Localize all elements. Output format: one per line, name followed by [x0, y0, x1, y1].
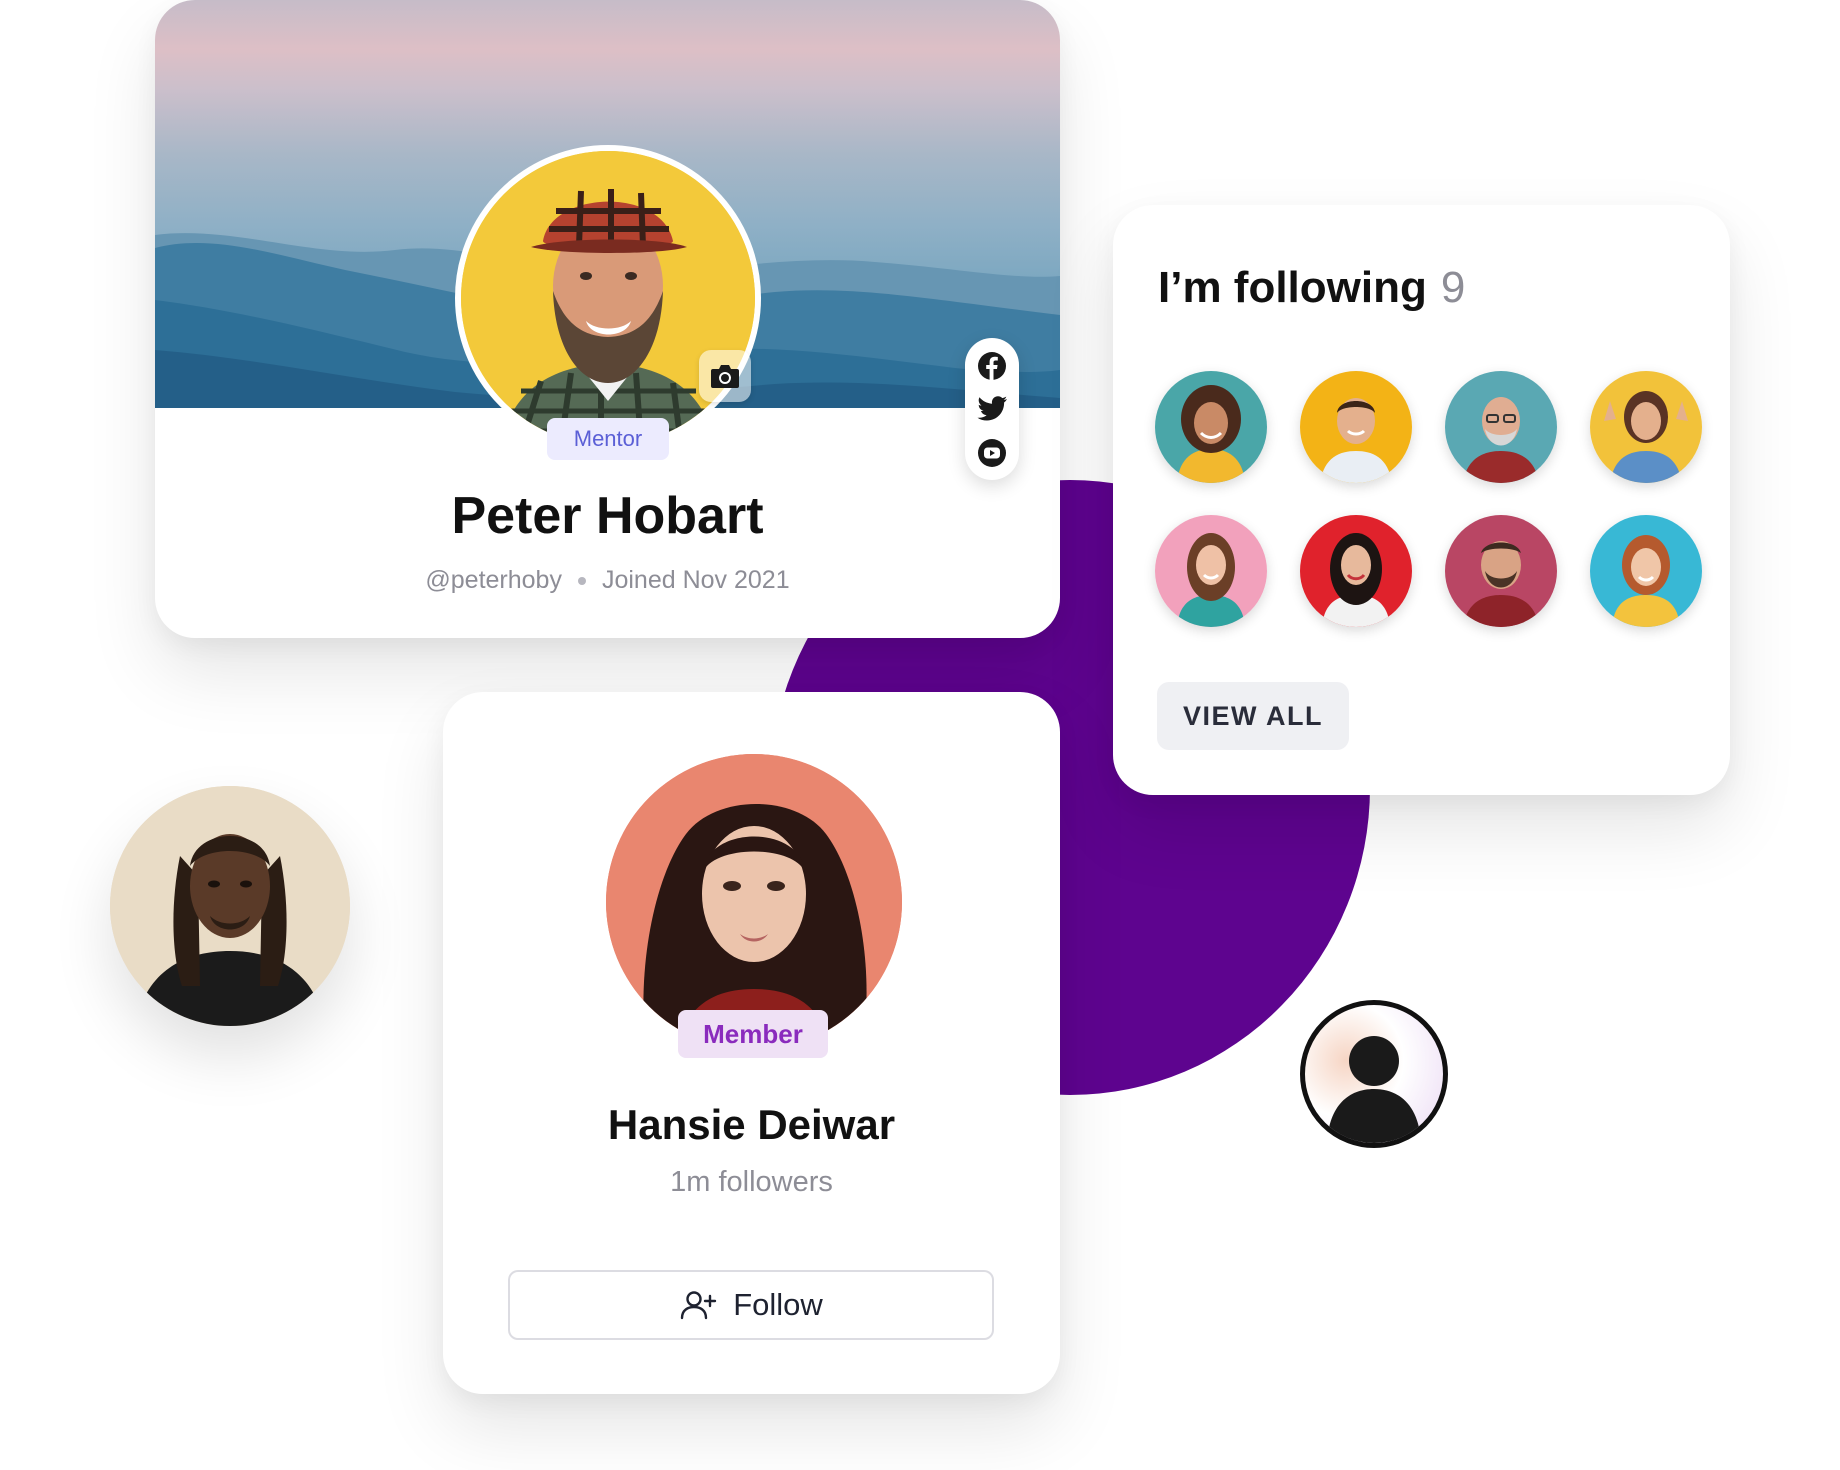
- following-card: I’m following 9 VIEW ALL: [1113, 205, 1730, 795]
- facebook-link[interactable]: [976, 350, 1008, 382]
- following-avatar[interactable]: [1300, 515, 1412, 627]
- youtube-link[interactable]: [976, 437, 1008, 469]
- following-avatars: [1155, 371, 1702, 627]
- member-card: Member Hansie Deiwar 1m followers Follow: [443, 692, 1060, 1394]
- separator-dot: [577, 576, 586, 585]
- following-avatar[interactable]: [1445, 371, 1557, 483]
- user-silhouette-icon: [1327, 1036, 1421, 1143]
- following-title-text: I’m following: [1158, 263, 1427, 312]
- follow-button[interactable]: Follow: [508, 1270, 994, 1340]
- member-followers: 1m followers: [670, 1166, 833, 1198]
- following-avatar[interactable]: [1155, 371, 1267, 483]
- follow-button-label: Follow: [733, 1287, 823, 1322]
- profile-card: Mentor Peter Hobart @peterhoby Joined No…: [155, 0, 1060, 638]
- member-name: Hansie Deiwar: [607, 1101, 896, 1148]
- profile-meta: @peterhoby Joined Nov 2021: [155, 566, 1060, 595]
- social-links: [965, 338, 1019, 480]
- twitter-icon: [977, 396, 1007, 421]
- following-avatar[interactable]: [1300, 371, 1412, 483]
- placeholder-avatar: [1300, 1000, 1448, 1148]
- profile-handle[interactable]: @peterhoby: [425, 566, 562, 595]
- profile-joined-date: Joined Nov 2021: [601, 566, 790, 594]
- profile-name: Peter Hobart: [451, 487, 764, 545]
- facebook-icon: [978, 351, 1006, 381]
- following-avatar[interactable]: [1590, 515, 1702, 627]
- floating-avatar: [110, 786, 350, 1026]
- following-title: I’m following 9: [1158, 260, 1465, 316]
- profile-avatar: [455, 145, 761, 451]
- mentor-badge: Mentor: [547, 418, 669, 460]
- twitter-link[interactable]: [976, 393, 1008, 425]
- member-badge: Member: [678, 1010, 828, 1058]
- following-count: 9: [1440, 263, 1466, 312]
- add-user-icon: [681, 1291, 717, 1320]
- member-avatar: [606, 754, 902, 1050]
- following-avatar[interactable]: [1155, 515, 1267, 627]
- following-avatar[interactable]: [1590, 371, 1702, 483]
- view-all-button[interactable]: VIEW ALL: [1157, 682, 1349, 750]
- change-photo-button[interactable]: [699, 350, 751, 402]
- camera-icon: [711, 365, 739, 388]
- youtube-icon: [978, 438, 1006, 467]
- following-avatar[interactable]: [1445, 515, 1557, 627]
